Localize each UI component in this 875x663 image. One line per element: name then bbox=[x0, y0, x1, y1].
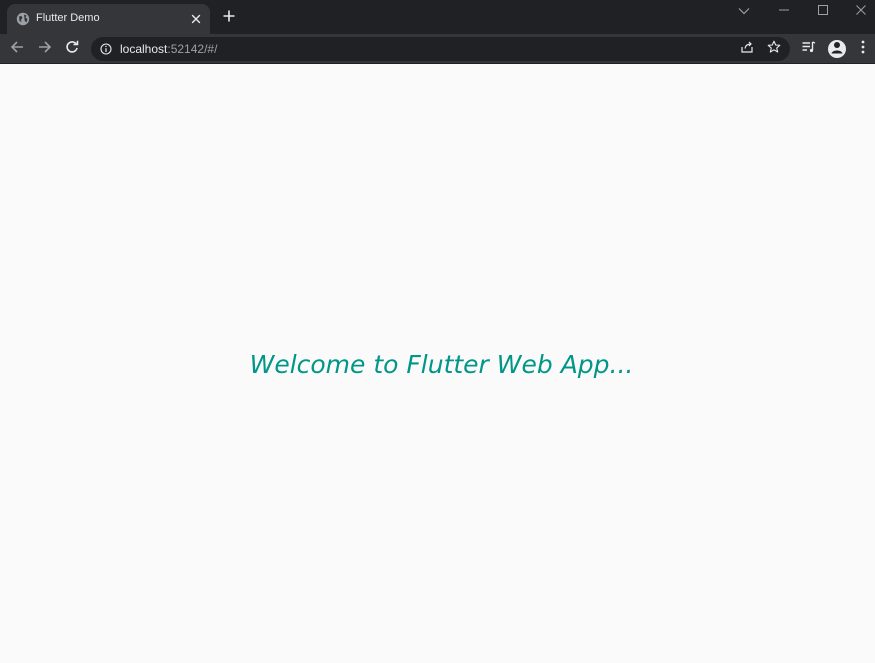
tab-strip: Flutter Demo bbox=[0, 0, 875, 34]
kebab-menu-icon bbox=[861, 40, 865, 59]
forward-button[interactable] bbox=[34, 38, 56, 60]
back-button[interactable] bbox=[6, 38, 28, 60]
welcome-message: Welcome to Flutter Web App... bbox=[249, 350, 634, 379]
minimize-icon bbox=[779, 2, 789, 20]
url-host: localhost bbox=[120, 42, 168, 56]
reload-button[interactable] bbox=[61, 38, 83, 60]
new-tab-button[interactable] bbox=[219, 8, 239, 28]
browser-tab[interactable]: Flutter Demo bbox=[7, 4, 210, 34]
info-icon[interactable] bbox=[99, 42, 113, 56]
tab-title: Flutter Demo bbox=[36, 12, 100, 24]
tab-search-button[interactable] bbox=[725, 0, 763, 22]
minimize-button[interactable] bbox=[765, 0, 803, 22]
chevron-down-icon bbox=[738, 2, 750, 20]
arrow-left-icon bbox=[10, 40, 24, 59]
browser-toolbar: localhost:52142/#/ bbox=[0, 34, 875, 64]
window-close-button[interactable] bbox=[842, 0, 875, 22]
share-button[interactable] bbox=[738, 40, 756, 58]
globe-icon bbox=[16, 12, 30, 26]
reading-list-icon bbox=[802, 40, 816, 58]
bookmark-button[interactable] bbox=[765, 40, 783, 58]
profile-button[interactable] bbox=[828, 40, 846, 58]
plus-icon bbox=[223, 9, 235, 27]
share-icon bbox=[740, 40, 754, 59]
menu-button[interactable] bbox=[852, 38, 874, 60]
maximize-button[interactable] bbox=[804, 0, 842, 22]
reload-icon bbox=[65, 40, 79, 59]
arrow-right-icon bbox=[38, 40, 52, 59]
url-path: :52142/#/ bbox=[167, 42, 218, 56]
maximize-icon bbox=[818, 2, 828, 20]
person-icon bbox=[828, 40, 846, 58]
close-icon[interactable] bbox=[188, 11, 204, 27]
address-bar[interactable]: localhost:52142/#/ bbox=[91, 37, 790, 61]
flutter-app-viewport: Welcome to Flutter Web App... bbox=[0, 64, 875, 663]
star-icon bbox=[767, 40, 781, 59]
reading-list-button[interactable] bbox=[798, 38, 820, 60]
url-text[interactable]: localhost:52142/#/ bbox=[120, 42, 217, 56]
close-icon bbox=[856, 2, 866, 20]
